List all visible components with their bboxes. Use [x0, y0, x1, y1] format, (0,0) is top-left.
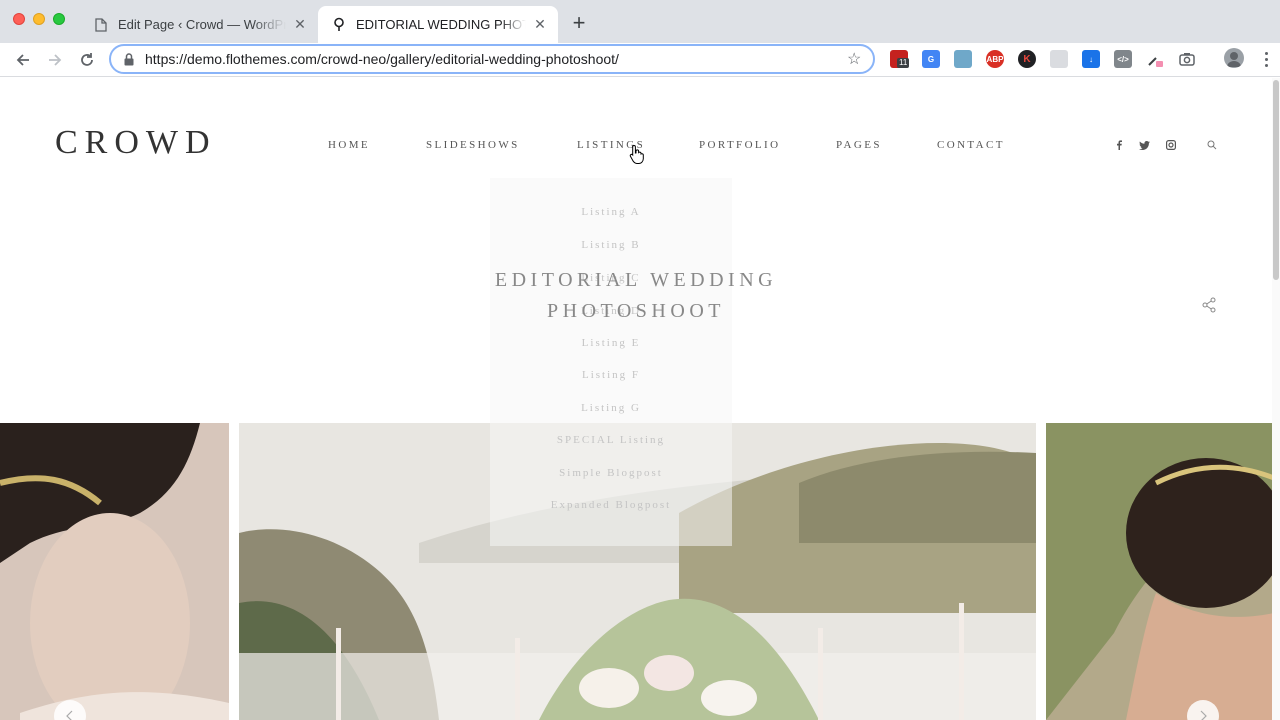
k-ext-icon[interactable]: K: [1018, 50, 1036, 68]
forward-icon[interactable]: [42, 47, 68, 73]
browser-tab-bar: Edit Page ‹ Crowd — WordPress ✕ EDITORIA…: [0, 0, 1280, 43]
translate-ext-icon[interactable]: G: [922, 50, 940, 68]
dropdown-item-listing-a[interactable]: Listing A: [490, 206, 732, 218]
page-title-line-1: EDITORIAL WEDDING: [494, 269, 778, 291]
reload-icon[interactable]: [74, 47, 100, 73]
dropdown-item-simple-blogpost[interactable]: Simple Blogpost: [490, 467, 732, 479]
hand-pointer-cursor-icon: [629, 144, 645, 164]
back-icon[interactable]: [10, 47, 36, 73]
facebook-icon[interactable]: [1113, 139, 1125, 151]
gallery-photo-bride-right[interactable]: [1046, 423, 1274, 720]
document-icon: [93, 17, 109, 33]
camera-ext-icon[interactable]: [1178, 50, 1196, 68]
instagram-icon[interactable]: [1165, 139, 1177, 151]
maximize-window-button[interactable]: [53, 13, 65, 25]
image-ext-icon[interactable]: [954, 50, 972, 68]
nav-item-contact[interactable]: CONTACT: [937, 139, 1005, 151]
dropdown-item-listing-e[interactable]: Listing E: [490, 337, 732, 349]
web-page: CROWD HOME SLIDESHOWS LISTINGS PORTFOLIO…: [0, 78, 1280, 720]
nav-item-portfolio[interactable]: PORTFOLIO: [699, 139, 780, 151]
nav-item-pages[interactable]: PAGES: [836, 139, 882, 151]
dropdown-item-listing-b[interactable]: Listing B: [490, 239, 732, 251]
tab-title: Edit Page ‹ Crowd — WordPress: [118, 17, 286, 32]
adblock-label: ABP: [986, 54, 1004, 64]
close-window-button[interactable]: [13, 13, 25, 25]
close-tab-icon[interactable]: ✕: [532, 16, 548, 33]
listings-dropdown-menu: Listing A Listing B Listing C Listing D …: [490, 178, 732, 546]
adblock-ext-icon[interactable]: ABP: [986, 50, 1004, 68]
page-scrollbar[interactable]: [1272, 78, 1280, 720]
gallery-photo-bride-left[interactable]: [0, 423, 229, 720]
k-ext-label: K: [1023, 53, 1031, 65]
site-logo[interactable]: CROWD: [55, 124, 217, 162]
url-text: https://demo.flothemes.com/crowd-neo/gal…: [145, 51, 619, 67]
browser-tab-editorial-wedding[interactable]: EDITORIAL WEDDING PHOTOSHOOT ✕: [318, 6, 558, 43]
bookmark-star-icon[interactable]: ☆: [847, 49, 863, 69]
twitter-icon[interactable]: [1138, 139, 1150, 151]
browser-tab-edit-page[interactable]: Edit Page ‹ Crowd — WordPress ✕: [80, 6, 318, 43]
calendar-badge: 11: [897, 58, 910, 68]
chat-ext-icon[interactable]: [1050, 50, 1068, 68]
code-ext-icon[interactable]: </>: [1114, 50, 1132, 68]
eyedropper-ext-icon[interactable]: [1146, 50, 1164, 68]
lock-icon: [122, 52, 136, 66]
tab-title: EDITORIAL WEDDING PHOTOSHOOT: [356, 17, 526, 32]
scrollbar-thumb[interactable]: [1273, 80, 1279, 280]
page-title-line-2: PHOTOSHOOT: [547, 300, 725, 322]
new-tab-button[interactable]: +: [568, 12, 590, 34]
address-bar[interactable]: https://demo.flothemes.com/crowd-neo/gal…: [109, 44, 875, 74]
dropdown-item-special-listing[interactable]: SPECIAL Listing: [490, 434, 732, 446]
browser-toolbar: https://demo.flothemes.com/crowd-neo/gal…: [0, 43, 1280, 77]
dropdown-item-listing-g[interactable]: Listing G: [490, 402, 732, 414]
nav-item-slideshows[interactable]: SLIDESHOWS: [426, 139, 520, 151]
dropdown-item-expanded-blogpost[interactable]: Expanded Blogpost: [490, 499, 732, 511]
dropdown-item-listing-f[interactable]: Listing F: [490, 369, 732, 381]
page-title: EDITORIAL WEDDING PHOTOSHOOT: [436, 265, 836, 327]
browser-menu-icon[interactable]: [1258, 48, 1274, 70]
nav-item-home[interactable]: HOME: [328, 139, 370, 151]
download-ext-icon[interactable]: ↓: [1082, 50, 1100, 68]
close-tab-icon[interactable]: ✕: [292, 16, 308, 33]
share-icon[interactable]: [1201, 297, 1217, 313]
search-icon[interactable]: [1206, 139, 1218, 151]
location-pin-icon: [331, 17, 347, 33]
profile-avatar[interactable]: [1224, 48, 1244, 68]
minimize-window-button[interactable]: [33, 13, 45, 25]
